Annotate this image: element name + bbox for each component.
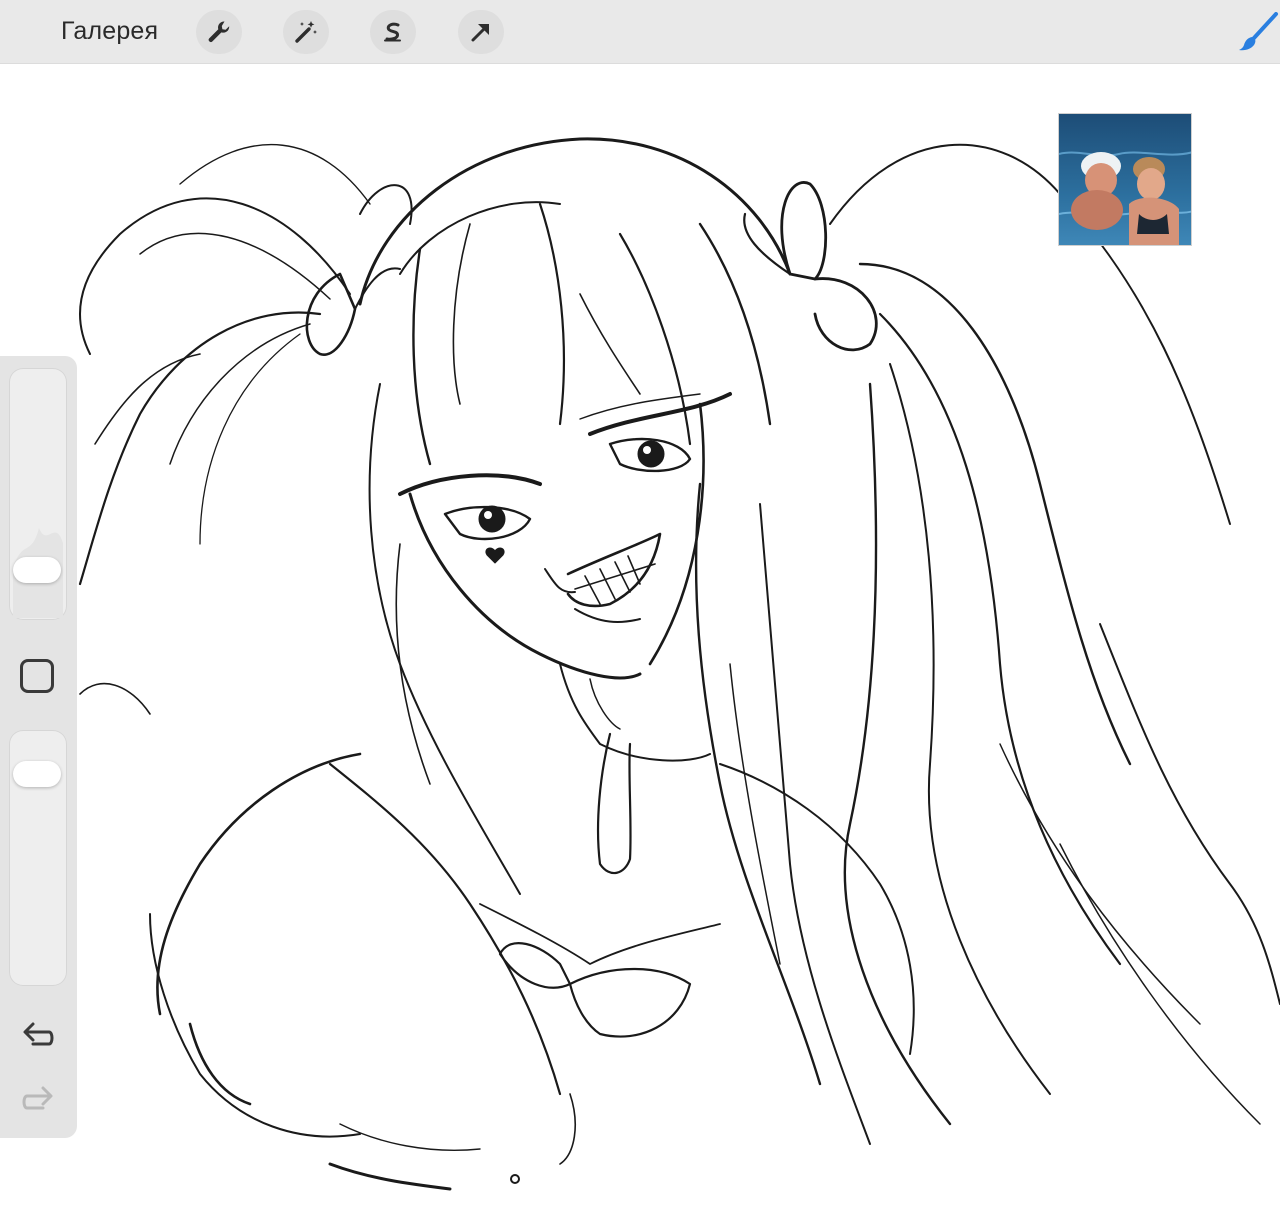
wrench-icon [208,21,230,43]
reference-photo-image [1059,114,1191,245]
reference-photo[interactable] [1058,113,1192,246]
opacity-slider[interactable] [9,730,67,986]
opacity-thumb[interactable] [13,760,61,787]
transform-arrow-icon [471,24,489,42]
left-sidebar [0,356,77,1138]
gallery-button[interactable]: Галерея [61,14,158,48]
brush-size-slider[interactable] [9,368,67,620]
top-toolbar: Галерея [0,0,1280,64]
selection-s-icon [384,22,401,42]
selection-button[interactable] [370,10,416,54]
actions-button[interactable] [196,10,242,54]
undo-icon[interactable] [19,1018,57,1052]
redo-icon[interactable] [19,1082,57,1116]
adjustments-button[interactable] [283,10,329,54]
brush-icon[interactable] [1236,12,1280,52]
brush-size-thumb[interactable] [13,557,61,584]
magic-wand-icon [295,21,317,43]
modify-button[interactable] [20,659,54,693]
transform-button[interactable] [458,10,504,54]
